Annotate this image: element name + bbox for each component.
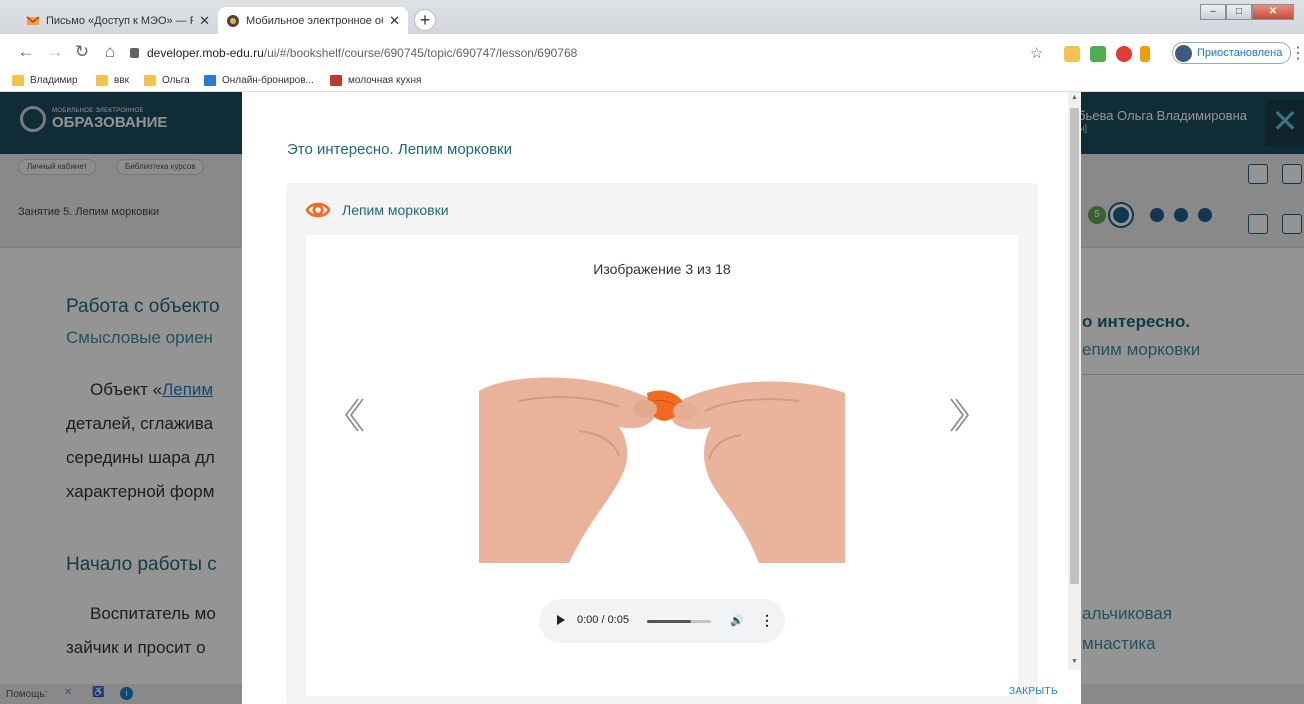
scroll-down-icon[interactable]: ▼: [1071, 658, 1078, 665]
tab-bar: Письмо «Доступ к МЭО» — Ро ✕ Мобильное э…: [0, 0, 1304, 34]
extension-icon[interactable]: [1090, 46, 1106, 62]
panel-title: Лепим морковки: [342, 202, 449, 218]
panel-header: Лепим морковки: [306, 198, 449, 222]
audio-seek-fill: [647, 620, 692, 623]
folder-icon: [144, 75, 156, 86]
extension-icon[interactable]: [1140, 46, 1150, 62]
back-arrow-icon[interactable]: ←: [16, 42, 36, 62]
bookmark-item[interactable]: Владимир: [12, 75, 78, 86]
bookmark-item[interactable]: Ольга: [144, 75, 190, 86]
minimize-button[interactable]: –: [1200, 4, 1226, 20]
more-options-icon[interactable]: ⋮: [760, 612, 774, 629]
audio-time: 0:00 / 0:05: [577, 614, 629, 626]
volume-icon[interactable]: 🔊: [730, 614, 744, 627]
window-close-button[interactable]: ✕: [1252, 4, 1294, 20]
tab-mob-edu[interactable]: Мобильное электронное обра ✕: [218, 7, 408, 34]
home-icon[interactable]: ⌂: [100, 42, 120, 62]
bookmarks-bar: Владимир ввк Ольга Онлайн-брониров... мо…: [0, 72, 1304, 92]
hands-shaping-carrot-image: [479, 371, 845, 563]
folder-icon: [12, 75, 24, 86]
address-bar[interactable]: developer.mob-edu.ru/ui/#/bookshelf/cour…: [130, 41, 1058, 65]
site-icon: [204, 75, 216, 86]
mob-edu-favicon-icon: [227, 14, 239, 27]
bookmark-item[interactable]: Онлайн-брониров...: [204, 75, 314, 86]
extension-icon[interactable]: [1116, 46, 1132, 62]
tab-title: Мобильное электронное обра: [246, 14, 383, 27]
window-controls: – □ ✕: [1200, 4, 1294, 20]
modal-dialog: Это интересно. Лепим морковки Лепим морк…: [242, 92, 1081, 704]
image-viewer: Изображение 3 из 18 0:00 / 0:05 🔊 ⋮: [306, 235, 1018, 696]
avatar: [1175, 45, 1192, 62]
tab-title: Письмо «Доступ к МЭО» — Ро: [46, 14, 194, 27]
slide-image: [479, 371, 845, 563]
scroll-up-icon[interactable]: ▲: [1071, 94, 1078, 101]
scrollbar-thumb[interactable]: [1070, 108, 1079, 584]
url-path: /ui/#/bookshelf/course/690745/topic/6907…: [263, 46, 578, 60]
reload-icon[interactable]: ↻: [72, 42, 92, 62]
bookmark-item[interactable]: молочная кухня: [330, 75, 421, 86]
close-button[interactable]: ЗАКРЫТЬ: [1009, 686, 1058, 697]
lock-icon: [130, 48, 139, 58]
forward-arrow-icon[interactable]: →: [45, 42, 65, 62]
play-icon[interactable]: [557, 615, 565, 625]
modal-title: Это интересно. Лепим морковки: [287, 141, 512, 158]
close-tab-icon[interactable]: ✕: [389, 13, 400, 29]
tab-mail[interactable]: Письмо «Доступ к МЭО» — Ро ✕: [18, 7, 218, 34]
extension-icon[interactable]: [1064, 46, 1080, 62]
profile-label: Приостановлена: [1197, 47, 1283, 59]
audio-seek-slider[interactable]: [647, 620, 711, 623]
url-host: developer.mob-edu.ru: [147, 46, 264, 60]
chevron-left-icon[interactable]: [338, 395, 368, 435]
profile-button[interactable]: Приостановлена: [1172, 42, 1292, 64]
folder-icon: [96, 75, 108, 86]
chevron-right-icon[interactable]: [946, 395, 976, 435]
bookmark-item[interactable]: ввк: [96, 75, 129, 86]
maximize-button[interactable]: □: [1226, 4, 1252, 20]
eye-icon: [306, 202, 330, 218]
browser-toolbar: ← → ↻ ⌂ developer.mob-edu.ru/ui/#/booksh…: [0, 34, 1304, 72]
new-tab-button[interactable]: +: [414, 9, 436, 31]
site-icon: [330, 75, 342, 86]
close-tab-icon[interactable]: ✕: [199, 13, 210, 29]
mail-icon: [26, 15, 40, 25]
audio-player: 0:00 / 0:05 🔊 ⋮: [539, 599, 785, 643]
menu-icon[interactable]: ⋮: [1290, 43, 1304, 63]
bookmark-star-icon[interactable]: ☆: [1030, 44, 1043, 62]
image-counter: Изображение 3 из 18: [593, 261, 731, 277]
